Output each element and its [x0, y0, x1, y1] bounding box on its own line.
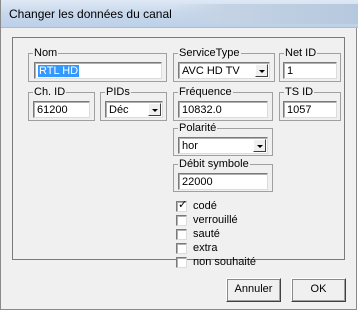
- ch-id-field[interactable]: 61200: [33, 101, 90, 118]
- ts-id-label: TS ID: [284, 86, 315, 98]
- polarite-value: hor: [182, 140, 198, 152]
- service-type-dropdown-button[interactable]: [255, 64, 268, 77]
- window-title: Changer les données du canal: [9, 7, 172, 21]
- frequence-label: Fréquence: [178, 86, 233, 98]
- frequence-field[interactable]: 10832.0: [178, 101, 268, 118]
- checkbox-extra-label: extra: [193, 242, 218, 254]
- checkbox-saute-label: sauté: [193, 228, 220, 240]
- checkbox-saute-box[interactable]: [176, 229, 187, 240]
- debit-symbole-label: Débit symbole: [178, 158, 250, 170]
- ts-id-field[interactable]: 1057: [283, 101, 337, 118]
- service-type-value: AVC HD TV: [182, 65, 240, 77]
- ok-button[interactable]: OK: [291, 278, 346, 302]
- checkbox-non-souhaite-label: non souhaité: [193, 256, 256, 268]
- chevron-down-icon: [259, 70, 265, 73]
- cancel-button[interactable]: Annuler: [226, 278, 281, 302]
- service-type-select[interactable]: AVC HD TV: [178, 62, 270, 79]
- title-bar[interactable]: Changer les données du canal: [1, 0, 358, 28]
- net-id-field[interactable]: 1: [283, 62, 337, 79]
- nom-value: RTL HD: [38, 65, 80, 77]
- nom-field[interactable]: RTL HD: [34, 62, 162, 79]
- dialog-window: Changer les données du canal Nom RTL HD …: [0, 0, 358, 310]
- debit-symbole-field[interactable]: 22000: [178, 173, 268, 190]
- chevron-down-icon: [152, 109, 158, 112]
- pids-select[interactable]: Déc: [105, 101, 163, 118]
- checkbox-code-box[interactable]: ✓: [176, 198, 188, 212]
- checkmark-icon: ✓: [178, 198, 188, 211]
- polarite-dropdown-button[interactable]: [253, 139, 266, 152]
- service-type-label: ServiceType: [178, 47, 241, 59]
- checkbox-verrouille-box[interactable]: [176, 215, 187, 226]
- chevron-down-icon: [257, 145, 263, 148]
- checkbox-verrouille-label: verrouillé: [193, 214, 238, 226]
- checkbox-code-label: codé: [193, 200, 217, 212]
- pids-label: PIDs: [105, 86, 131, 98]
- ch-id-label: Ch. ID: [33, 86, 67, 98]
- polarite-label: Polarité: [178, 122, 218, 134]
- checkbox-non-souhaite-box[interactable]: [176, 257, 187, 268]
- pids-dropdown-button[interactable]: [148, 103, 161, 116]
- pids-value: Déc: [109, 104, 129, 116]
- polarite-select[interactable]: hor: [178, 137, 268, 154]
- checkbox-extra-box[interactable]: [176, 243, 187, 254]
- nom-label: Nom: [33, 47, 59, 59]
- net-id-label: Net ID: [284, 47, 318, 59]
